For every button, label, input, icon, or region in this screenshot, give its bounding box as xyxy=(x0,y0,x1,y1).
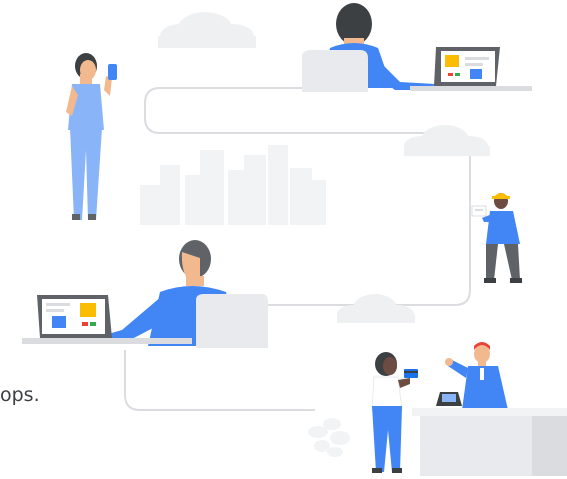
phone-icon xyxy=(108,64,117,80)
journey-path-lower xyxy=(124,350,315,411)
woman-with-phone xyxy=(66,53,112,220)
clipboard-icon xyxy=(471,205,487,217)
city-skyline xyxy=(140,145,326,225)
plant xyxy=(308,418,350,457)
cloud-middle xyxy=(337,294,415,323)
credit-card-icon xyxy=(404,369,418,378)
illustration xyxy=(22,3,567,476)
person-at-laptop-top xyxy=(302,3,443,92)
caption-text: ops. xyxy=(0,384,40,406)
cloud-top xyxy=(158,12,256,48)
shop-counter xyxy=(412,408,567,476)
worker-with-clipboard xyxy=(482,193,522,283)
person-at-laptop-middle xyxy=(99,240,268,348)
cloud-right xyxy=(404,125,490,156)
payment-terminal-icon xyxy=(436,392,462,406)
